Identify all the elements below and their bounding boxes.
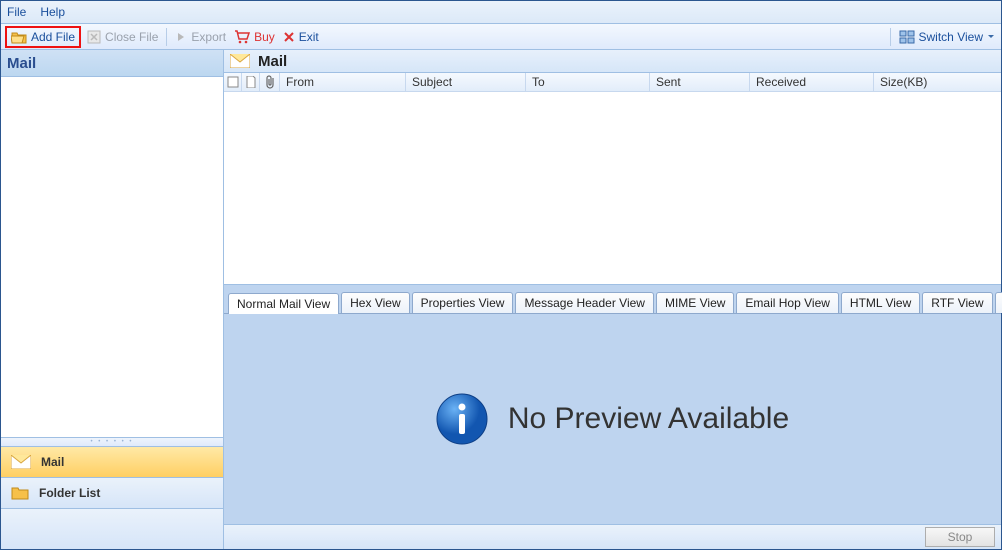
attachment-icon (264, 75, 276, 89)
col-sent[interactable]: Sent (650, 73, 750, 91)
switch-view-label: Switch View (919, 30, 983, 44)
checkbox-icon (227, 76, 239, 88)
sidebar: Mail • • • • • • Mail Folder List (1, 50, 224, 549)
sidebar-bottom (1, 509, 223, 549)
export-icon (175, 31, 187, 43)
switch-view-icon (899, 30, 915, 44)
col-page[interactable] (242, 73, 260, 91)
info-icon (436, 393, 488, 445)
toolbar-separator (166, 28, 167, 46)
exit-label: Exit (299, 30, 319, 44)
switch-view-button[interactable]: Switch View (897, 28, 997, 46)
tabs-row: Normal Mail View Hex View Properties Vie… (224, 285, 1001, 314)
col-checkbox[interactable] (224, 73, 242, 91)
tab-html-view[interactable]: HTML View (841, 292, 920, 313)
envelope-icon (11, 455, 31, 469)
menubar: File Help (1, 1, 1001, 24)
body: Mail • • • • • • Mail Folder List (1, 50, 1001, 549)
close-file-icon (87, 30, 101, 44)
main: Mail From (224, 50, 1001, 549)
tab-email-hop-view[interactable]: Email Hop View (736, 292, 838, 313)
main-header: Mail (224, 50, 1001, 73)
tab-attachments[interactable]: Attachments (995, 292, 1002, 313)
nav-item-folder-list[interactable]: Folder List (1, 478, 223, 509)
list-body[interactable] (224, 92, 1001, 285)
nav-item-folder-list-label: Folder List (39, 486, 100, 500)
add-file-highlight: Add File (5, 26, 81, 48)
toolbar: Add File Close File Export Buy (1, 24, 1001, 50)
col-received[interactable]: Received (750, 73, 874, 91)
sidebar-header: Mail (1, 50, 223, 77)
col-subject[interactable]: Subject (406, 73, 526, 91)
list-header: From Subject To Sent Received Size(KB) (224, 73, 1001, 92)
add-file-label: Add File (31, 30, 75, 44)
buy-label: Buy (254, 30, 275, 44)
menu-help[interactable]: Help (40, 5, 65, 19)
buy-button[interactable]: Buy (232, 28, 277, 46)
dropdown-icon (987, 33, 995, 41)
envelope-icon (230, 54, 250, 68)
folder-open-icon (11, 30, 27, 44)
tab-normal-mail-view[interactable]: Normal Mail View (228, 293, 339, 314)
tab-properties-view[interactable]: Properties View (412, 292, 514, 313)
close-file-button: Close File (85, 28, 160, 46)
preview-text: No Preview Available (508, 402, 789, 436)
app-window: File Help Add File Close File (0, 0, 1002, 550)
toolbar-right: Switch View (888, 28, 997, 46)
nav-item-mail[interactable]: Mail (1, 447, 223, 478)
folder-icon (11, 486, 29, 500)
stop-button: Stop (925, 527, 995, 547)
toolbar-separator (890, 28, 891, 46)
status-bar: Stop (224, 525, 1001, 549)
tab-message-header-view[interactable]: Message Header View (515, 292, 654, 313)
exit-button[interactable]: Exit (281, 28, 321, 46)
add-file-button[interactable]: Add File (9, 28, 77, 46)
sidebar-tree[interactable] (1, 77, 223, 438)
menu-file[interactable]: File (7, 5, 26, 19)
col-to[interactable]: To (526, 73, 650, 91)
col-size[interactable]: Size(KB) (874, 73, 1001, 91)
tab-hex-view[interactable]: Hex View (341, 292, 409, 313)
col-attachment[interactable] (260, 73, 280, 91)
toolbar-left: Add File Close File Export Buy (5, 26, 321, 48)
preview-pane: No Preview Available (224, 314, 1001, 525)
close-file-label: Close File (105, 30, 158, 44)
page-icon (246, 76, 256, 88)
nav-item-mail-label: Mail (41, 455, 64, 469)
main-header-label: Mail (258, 53, 287, 70)
exit-icon (283, 31, 295, 43)
tab-rtf-view[interactable]: RTF View (922, 292, 992, 313)
sidebar-gripper[interactable]: • • • • • • (1, 438, 223, 447)
cart-icon (234, 30, 250, 44)
tab-mime-view[interactable]: MIME View (656, 292, 734, 313)
col-from[interactable]: From (280, 73, 406, 91)
export-label: Export (191, 30, 226, 44)
export-button: Export (173, 28, 228, 46)
